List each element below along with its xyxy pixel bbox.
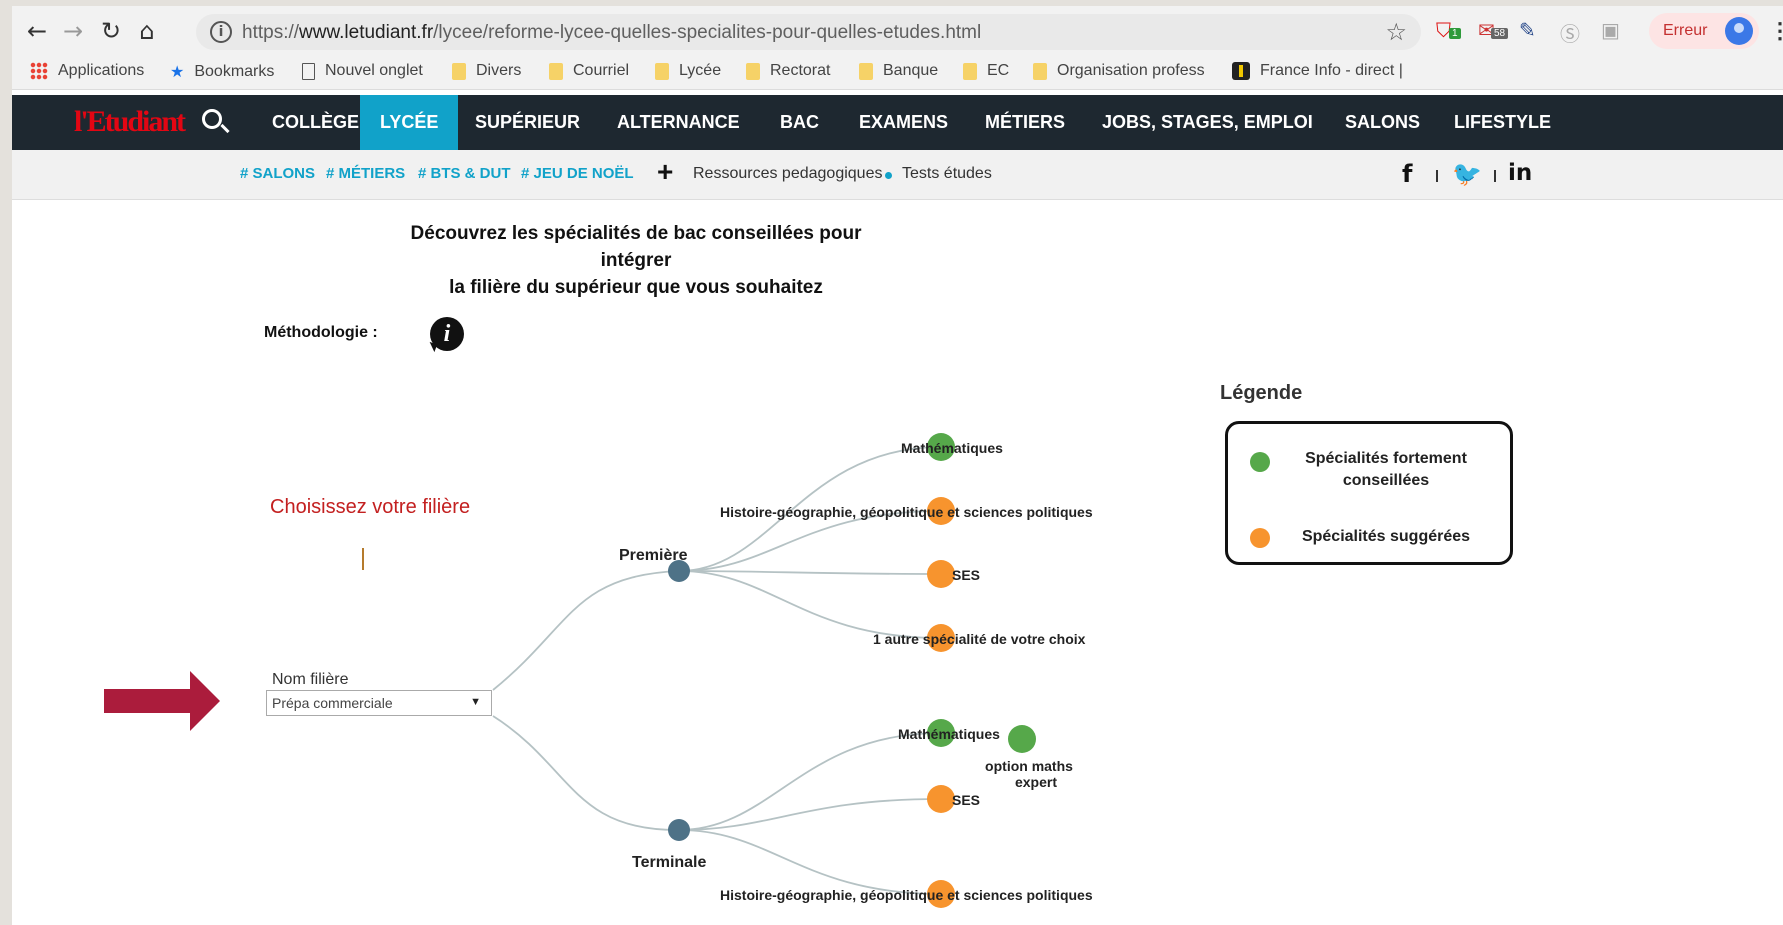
label-premiere: Première [619, 547, 688, 564]
link-to-premiere [492, 570, 680, 691]
link-t-ses [678, 798, 942, 831]
label-option-maths-1: option maths [985, 758, 1073, 774]
node-t-option-maths[interactable] [1008, 725, 1036, 753]
label-t-maths: Mathématiques [898, 726, 1000, 742]
legend-suggested-dot [1250, 528, 1270, 548]
link-t-maths [678, 732, 942, 831]
link-p-autre [678, 570, 942, 639]
legend-strong-dot [1250, 452, 1270, 472]
label-p-autre: 1 autre spécialité de votre choix [873, 631, 1086, 647]
label-terminale: Terminale [632, 854, 707, 871]
node-p-ses[interactable] [927, 560, 955, 588]
link-p-ses [678, 570, 942, 575]
legend-box: Spécialités fortement conseillées Spécia… [1225, 421, 1513, 565]
legend-title: Légende [1220, 382, 1303, 404]
legend-strong-line-1: Spécialités fortement [1305, 450, 1467, 467]
legend-strong-line-2: conseillées [1342, 472, 1430, 489]
browser-window: ← → ↻ ⌂ i https://www.letudiant.fr/lycee… [12, 6, 1783, 925]
legend-strong-label: Spécialités fortement conseillées [1286, 448, 1486, 492]
legend-suggested-label: Spécialités suggérées [1301, 528, 1471, 545]
label-p-ses: SES [952, 567, 980, 583]
label-t-ses: SES [952, 792, 980, 808]
node-t-ses[interactable] [927, 785, 955, 813]
label-p-histgeo: Histoire-géographie, géopolitique et sci… [720, 504, 1093, 520]
link-to-terminale [492, 715, 680, 831]
label-t-histgeo: Histoire-géographie, géopolitique et sci… [720, 887, 1093, 903]
label-p-maths: Mathématiques [901, 440, 1003, 456]
node-terminale[interactable] [668, 819, 690, 841]
label-option-maths-2: expert [1015, 774, 1057, 790]
specialties-tree: Première Terminale Mathématiques Histoir… [492, 433, 1093, 908]
link-t-histgeo [678, 829, 942, 895]
